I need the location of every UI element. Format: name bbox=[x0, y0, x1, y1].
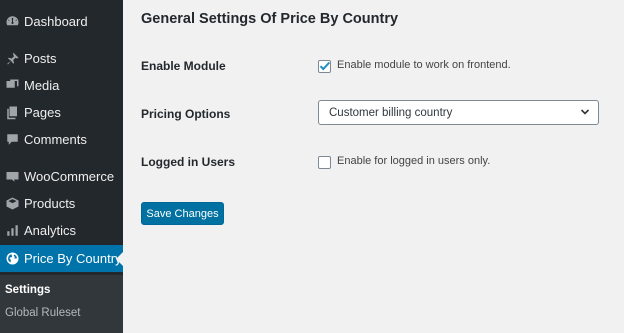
sidebar-item-label: Posts bbox=[24, 51, 57, 66]
sidebar-item-price-by-country[interactable]: Price By Country bbox=[0, 245, 123, 272]
sidebar-item-label: Price By Country bbox=[24, 251, 122, 266]
sidebar-item-woocommerce[interactable]: WooCommerce bbox=[0, 163, 123, 190]
sidebar-item-analytics[interactable]: Analytics bbox=[0, 217, 123, 244]
chevron-down-icon bbox=[580, 109, 590, 115]
sidebar-item-label: WooCommerce bbox=[24, 169, 115, 184]
logged-in-users-checkbox[interactable] bbox=[318, 156, 331, 169]
price-by-country-submenu: Settings Global Ruleset bbox=[0, 275, 123, 333]
enable-module-checkbox-label: Enable module to work on frontend. bbox=[337, 59, 511, 71]
pages-icon bbox=[0, 105, 24, 120]
woocommerce-icon bbox=[0, 169, 24, 184]
logged-in-users-checkbox-label: Enable for logged in users only. bbox=[337, 155, 491, 167]
pricing-options-label: Pricing Options bbox=[141, 107, 231, 121]
dashboard-icon bbox=[0, 14, 24, 29]
logged-in-users-label: Logged in Users bbox=[141, 155, 236, 169]
enable-module-checkbox[interactable] bbox=[318, 60, 331, 73]
box-icon bbox=[0, 196, 24, 211]
sidebar-item-pages[interactable]: Pages bbox=[0, 99, 123, 126]
sidebar-item-label: Pages bbox=[24, 105, 61, 120]
submenu-item-global-ruleset[interactable]: Global Ruleset bbox=[5, 307, 80, 319]
sidebar-item-dashboard[interactable]: Dashboard bbox=[0, 8, 123, 35]
pricing-options-selected-value: Customer billing country bbox=[329, 106, 453, 119]
comment-icon bbox=[0, 132, 24, 147]
pricing-options-select[interactable]: Customer billing country bbox=[318, 100, 599, 125]
sidebar-item-label: Analytics bbox=[24, 223, 77, 238]
save-changes-button[interactable]: Save Changes bbox=[141, 202, 224, 225]
sidebar-item-label: Media bbox=[24, 78, 60, 93]
sidebar-item-media[interactable]: Media bbox=[0, 72, 123, 99]
page-title: General Settings Of Price By Country bbox=[141, 11, 399, 27]
bar-chart-icon bbox=[0, 223, 24, 238]
pin-icon bbox=[0, 51, 24, 66]
sidebar-item-comments[interactable]: Comments bbox=[0, 126, 123, 153]
sidebar-item-label: Dashboard bbox=[24, 14, 88, 29]
active-menu-arrow bbox=[116, 252, 123, 266]
sidebar-item-products[interactable]: Products bbox=[0, 190, 123, 217]
submenu-item-settings[interactable]: Settings bbox=[5, 284, 50, 296]
sidebar-item-posts[interactable]: Posts bbox=[0, 45, 123, 72]
sidebar-item-label: Comments bbox=[24, 132, 87, 147]
checkmark-icon bbox=[319, 61, 331, 71]
globe-icon bbox=[0, 251, 24, 266]
settings-panel: General Settings Of Price By Country Ena… bbox=[123, 0, 624, 333]
enable-module-label: Enable Module bbox=[141, 59, 226, 73]
media-icon bbox=[0, 78, 24, 93]
admin-sidebar: Dashboard Posts Media Pages Comments Woo… bbox=[0, 0, 123, 333]
sidebar-item-label: Products bbox=[24, 196, 76, 211]
